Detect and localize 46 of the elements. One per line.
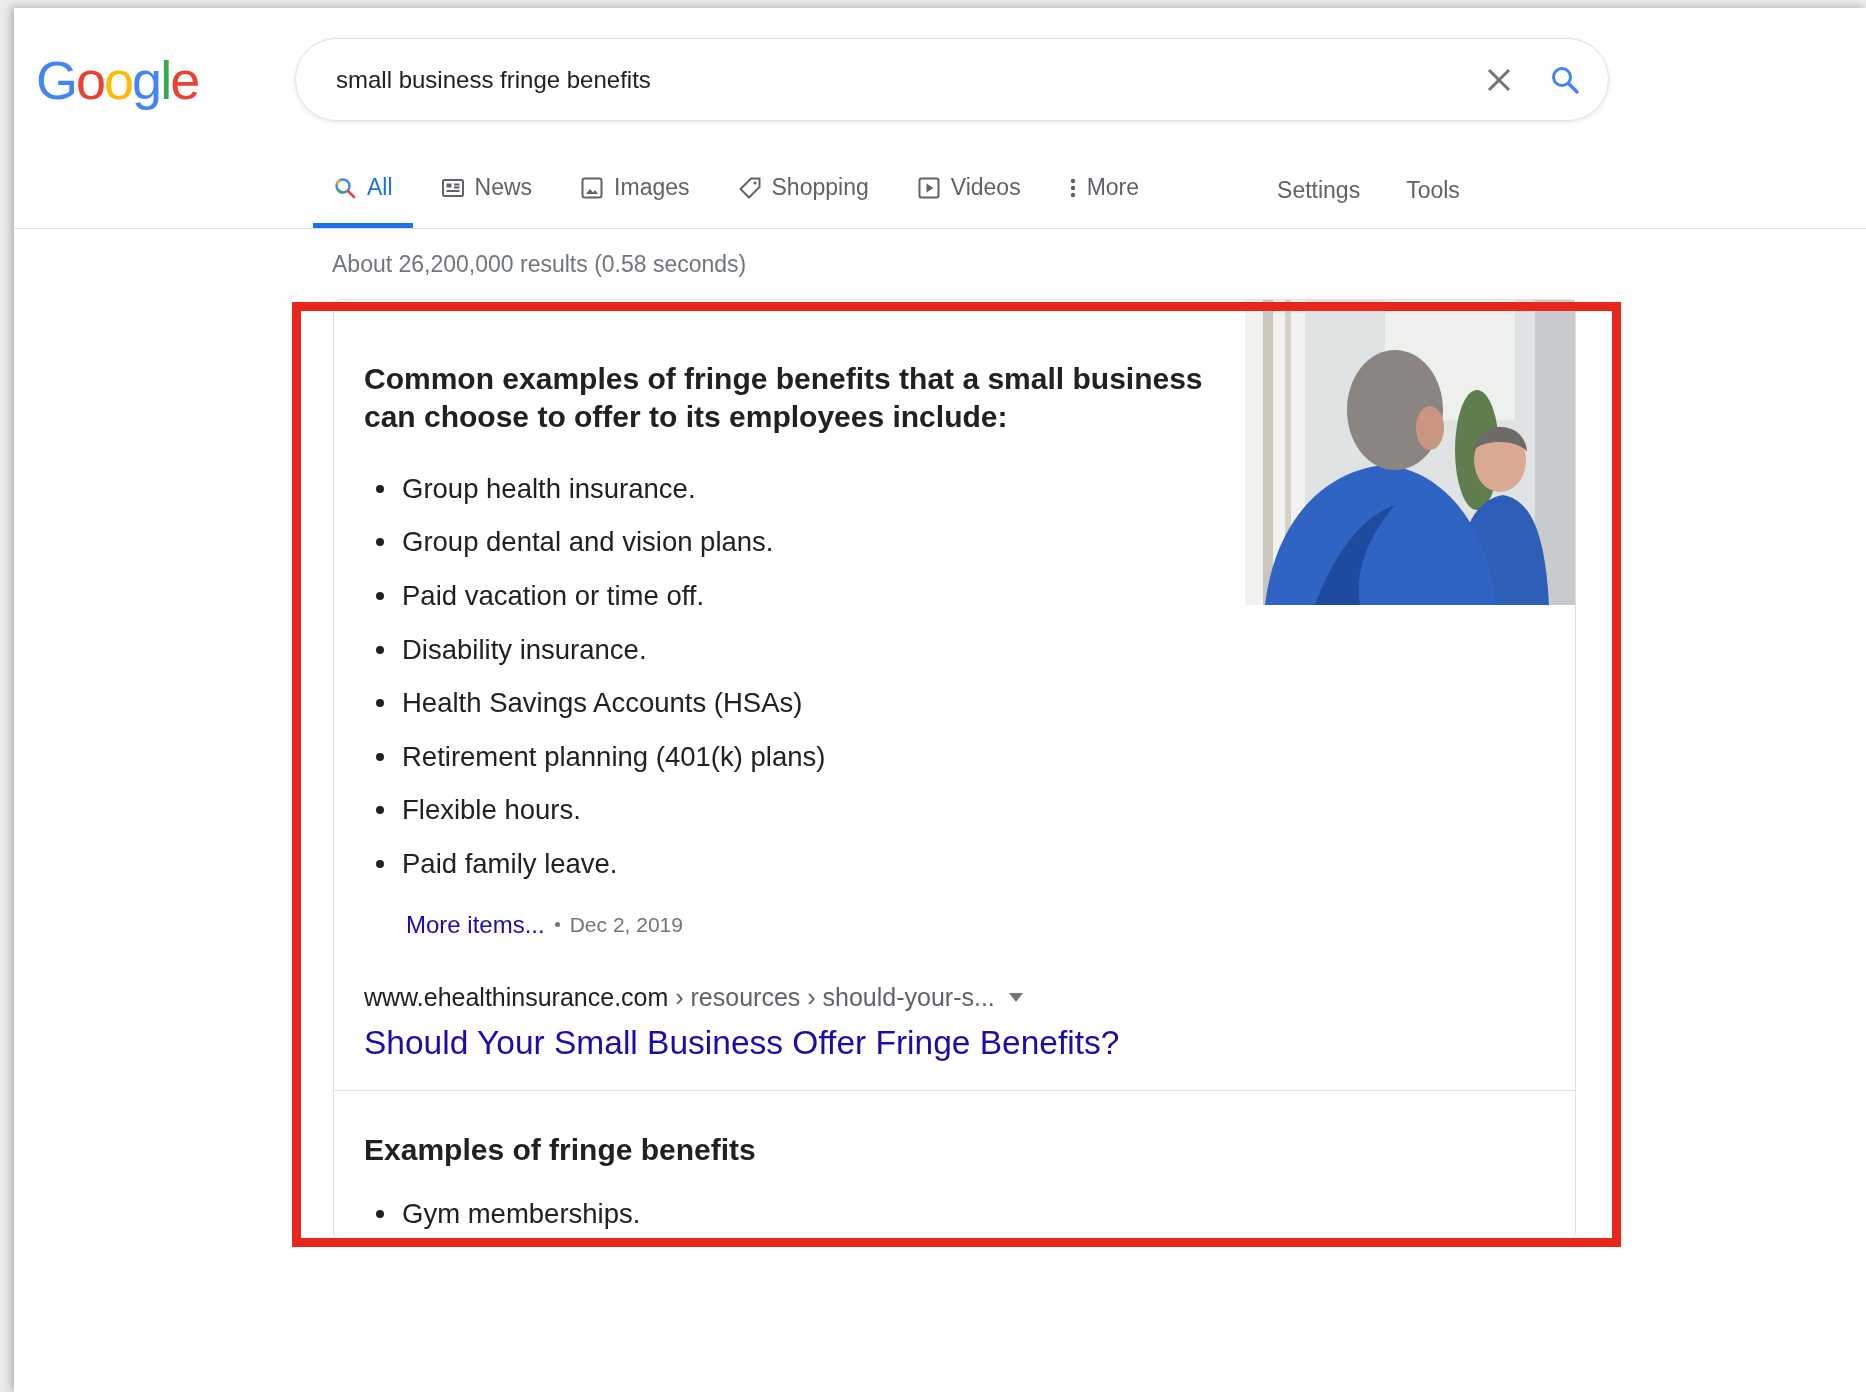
list-item: Retirement planning (401(k) plans) [376,729,1224,784]
snippet-heading: Common examples of fringe benefits that a small business can choose to offer to its employees include: [364,361,1204,435]
search-icon[interactable] [1550,64,1580,95]
close-icon[interactable] [1486,66,1512,93]
separator-dot [554,922,560,928]
more-icon [1068,176,1077,199]
tab[interactable]: Shopping [717,147,889,228]
site-url: www.ehealthinsurance.com [364,982,669,1012]
bullet-icon [376,859,384,868]
bullet-icon [376,1209,384,1218]
bullet-icon [376,645,384,654]
list-item: Group health insurance. [376,462,1224,516]
tools-link[interactable]: Tools [1406,147,1460,228]
bullet-icon [376,752,384,761]
list-item: Group dental and vision plans. [376,515,1224,570]
list-item: Health Savings Accounts (HSAs) [376,676,1224,730]
tab[interactable]: Images [560,147,710,228]
tab[interactable]: All [313,147,413,228]
tag-icon [737,175,762,200]
result-count: About 26,200,000 results (0.58 seconds) [332,250,748,279]
bullet-icon [376,538,384,547]
list-item: Paid family leave. [376,837,1224,891]
more-items-link[interactable]: More items... [406,910,545,939]
section-heading: Examples of fringe benefits [364,1131,757,1168]
tab[interactable]: News [420,147,553,228]
result-title-link[interactable]: Should Your Small Business Offer Fringe Benefits? [364,1023,1120,1062]
list-item: Paid vacation or time off. [376,569,1224,623]
image-icon [580,175,605,200]
breadcrumb-path: › resources › should-your-s... [674,982,995,1012]
bullet-icon [376,699,384,708]
caret-icon[interactable] [1008,992,1023,1002]
list-item: Disability insurance. [376,622,1224,677]
list-item: Gym memberships. [376,1186,1545,1241]
settings-link[interactable]: Settings [1277,147,1361,228]
bullet-icon [376,806,384,815]
google-logo[interactable]: Google [36,48,295,111]
list-item: Flexible hours. [376,783,1224,838]
date: Dec 2, 2019 [569,912,683,937]
search-input[interactable]: small business fringe benefits [334,64,1486,95]
search-icon [333,175,357,200]
newspaper-icon [440,176,465,199]
tab[interactable]: More [1048,147,1160,228]
bullet-icon [376,484,384,493]
tab[interactable]: Videos [896,147,1041,228]
bullet-icon [376,592,384,600]
play-icon [916,175,941,200]
